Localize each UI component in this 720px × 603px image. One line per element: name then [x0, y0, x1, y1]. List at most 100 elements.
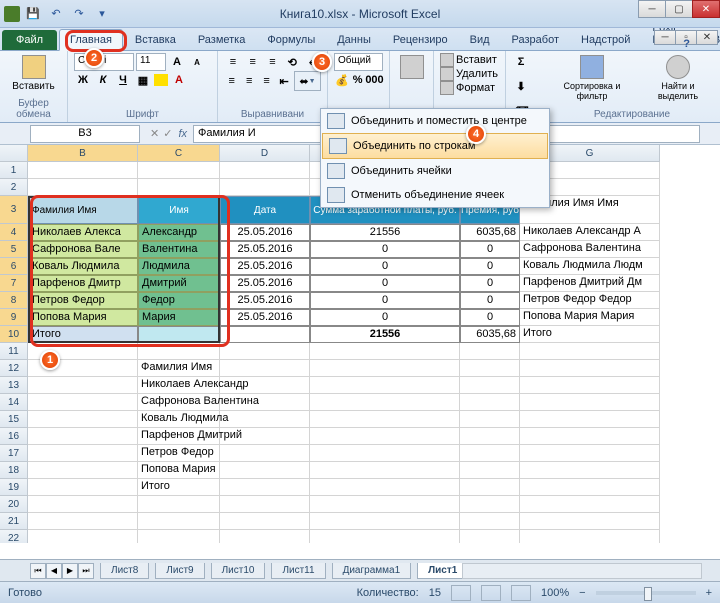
row-header[interactable]: 12 — [0, 360, 28, 377]
align-bottom-button[interactable]: ≡ — [264, 53, 282, 71]
cell[interactable] — [28, 530, 138, 543]
cell[interactable] — [310, 445, 460, 462]
cell[interactable] — [220, 445, 310, 462]
cell[interactable]: Дмитрий — [138, 275, 220, 292]
cell[interactable] — [28, 377, 138, 394]
autosum-button[interactable]: Σ — [512, 53, 530, 71]
cell[interactable]: Петров Федор — [28, 292, 138, 309]
cell[interactable]: Федор — [138, 292, 220, 309]
cell[interactable]: 0 — [310, 258, 460, 275]
font-name-combo[interactable]: Calibri — [74, 53, 134, 71]
cell[interactable] — [520, 411, 660, 428]
align-middle-button[interactable]: ≡ — [244, 53, 262, 71]
orientation-button[interactable]: ⟲ — [283, 53, 301, 71]
row-header[interactable]: 13 — [0, 377, 28, 394]
delete-cells-button[interactable]: Удалить — [440, 67, 499, 81]
horizontal-scrollbar[interactable] — [462, 563, 702, 579]
cell[interactable]: 0 — [460, 241, 520, 258]
cell[interactable]: 25.05.2016 — [220, 309, 310, 326]
cell[interactable]: 25.05.2016 — [220, 241, 310, 258]
cell[interactable] — [520, 496, 660, 513]
cell[interactable] — [220, 530, 310, 543]
cell[interactable]: Фамилия Имя — [138, 360, 220, 377]
sheet-tab-active[interactable]: Лист1 — [417, 563, 468, 579]
page-layout-view-button[interactable] — [481, 585, 501, 601]
row-header[interactable]: 6 — [0, 258, 28, 275]
file-tab[interactable]: Файл — [2, 30, 57, 50]
normal-view-button[interactable] — [451, 585, 471, 601]
cell[interactable] — [28, 445, 138, 462]
cell[interactable] — [310, 496, 460, 513]
minimize-button[interactable]: ─ — [638, 0, 666, 18]
cell[interactable] — [460, 462, 520, 479]
row-header[interactable]: 22 — [0, 530, 28, 543]
undo-qat-button[interactable]: ↶ — [46, 5, 66, 23]
cell[interactable]: Итого — [138, 479, 220, 496]
zoom-in-button[interactable]: + — [706, 587, 712, 599]
maximize-button[interactable]: ▢ — [665, 0, 693, 18]
table-header[interactable]: Фамилия Имя — [28, 196, 138, 224]
cell[interactable]: Парфенов Дмитрий Дм — [520, 275, 660, 292]
review-tab[interactable]: Рецензиро — [383, 30, 458, 50]
font-size-combo[interactable]: 11 — [136, 53, 166, 71]
cell[interactable]: 6035,68 — [460, 326, 520, 343]
row-header[interactable]: 2 — [0, 179, 28, 196]
col-header-b[interactable]: B — [28, 145, 138, 162]
cell[interactable]: Итого — [520, 326, 660, 343]
cell[interactable] — [138, 162, 220, 179]
cell[interactable] — [220, 360, 310, 377]
cell[interactable]: 0 — [310, 309, 460, 326]
redo-qat-button[interactable]: ↷ — [69, 5, 89, 23]
cell-styles-button[interactable] — [396, 53, 427, 81]
table-header[interactable]: Дата — [220, 196, 310, 224]
sort-filter-button[interactable]: Сортировка и фильтр — [550, 53, 634, 103]
mdi-close-button[interactable]: ✕ — [696, 30, 718, 45]
close-button[interactable]: ✕ — [692, 0, 720, 18]
help-button[interactable]: ? — [683, 38, 690, 50]
cell[interactable] — [28, 411, 138, 428]
cell[interactable]: Мария — [138, 309, 220, 326]
bold-button[interactable]: Ж — [74, 71, 92, 89]
sheet-tab[interactable]: Лист8 — [100, 563, 149, 579]
cell[interactable]: Людмила — [138, 258, 220, 275]
indent-decrease-button[interactable]: ⇤ — [276, 72, 291, 90]
name-box[interactable]: B3 — [30, 125, 140, 143]
cell[interactable]: 21556 — [310, 224, 460, 241]
cell[interactable] — [28, 394, 138, 411]
cell[interactable] — [220, 343, 310, 360]
table-header[interactable]: Имя — [138, 196, 220, 224]
merge-cells-item[interactable]: Объединить ячейки — [321, 159, 549, 183]
last-sheet-button[interactable]: ⏭ — [78, 563, 94, 579]
cell[interactable]: Валентина — [138, 241, 220, 258]
cell[interactable]: Итого — [28, 326, 138, 343]
cell[interactable] — [520, 377, 660, 394]
cell[interactable] — [220, 513, 310, 530]
row-header[interactable]: 20 — [0, 496, 28, 513]
cell[interactable]: 0 — [460, 275, 520, 292]
row-header[interactable]: 7 — [0, 275, 28, 292]
cell[interactable] — [310, 530, 460, 543]
row-header[interactable]: 4 — [0, 224, 28, 241]
cell[interactable] — [310, 377, 460, 394]
cell[interactable] — [310, 513, 460, 530]
cell[interactable]: 25.05.2016 — [220, 292, 310, 309]
cell[interactable]: Сафронова Валентина — [520, 241, 660, 258]
cell[interactable]: 0 — [310, 275, 460, 292]
merge-across-item[interactable]: Объединить по строкам — [322, 133, 548, 159]
font-color-button[interactable]: A — [170, 71, 188, 89]
cell[interactable]: Сафронова Валентина — [138, 394, 220, 411]
cell[interactable] — [520, 445, 660, 462]
sheet-tab[interactable]: Лист11 — [271, 563, 325, 579]
first-sheet-button[interactable]: ⏮ — [30, 563, 46, 579]
cell[interactable]: 0 — [460, 292, 520, 309]
align-right-button[interactable]: ≡ — [259, 72, 274, 90]
cell[interactable] — [220, 162, 310, 179]
cell[interactable] — [460, 479, 520, 496]
cell[interactable] — [310, 428, 460, 445]
cancel-formula-button[interactable]: ✕ — [150, 127, 159, 140]
row-header[interactable]: 18 — [0, 462, 28, 479]
cell[interactable]: 25.05.2016 — [220, 258, 310, 275]
percent-button[interactable]: % — [352, 71, 364, 89]
cell[interactable] — [460, 343, 520, 360]
cell[interactable] — [138, 496, 220, 513]
